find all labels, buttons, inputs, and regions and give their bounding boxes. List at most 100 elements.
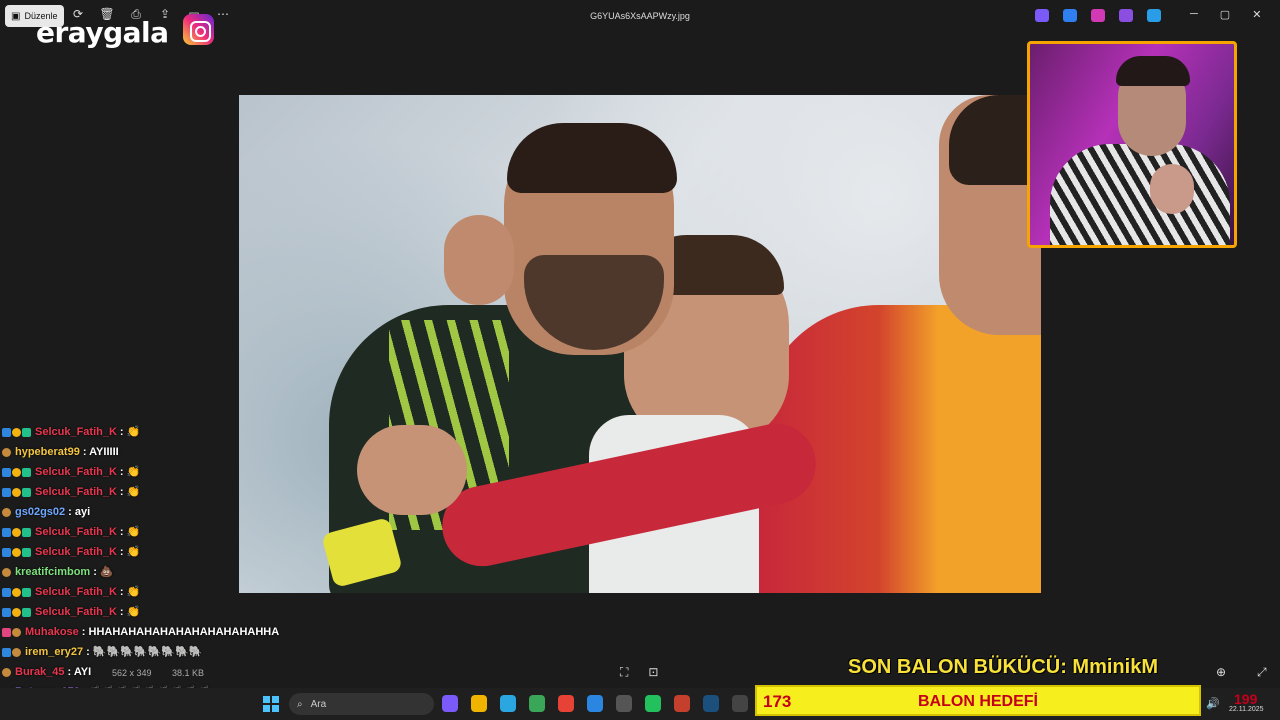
copilot-app-icon[interactable] — [442, 695, 458, 712]
blue-badge-icon — [2, 547, 11, 557]
telegram-icon[interactable] — [500, 695, 516, 712]
chat-text: : — [119, 486, 124, 498]
copilot-icon[interactable] — [1035, 9, 1049, 22]
chrome-icon[interactable] — [558, 695, 574, 712]
green-badge-icon — [22, 527, 31, 537]
green-badge-icon — [22, 487, 31, 497]
gold-badge-icon — [12, 467, 21, 477]
chat-username[interactable]: irem_ery27 — [25, 642, 83, 662]
chat-username[interactable]: hypeberat99 — [15, 442, 80, 462]
file-explorer-icon[interactable] — [471, 695, 487, 712]
chat-emote: 👏 — [126, 546, 141, 558]
bronze-badge-icon — [2, 567, 11, 577]
app-icon[interactable] — [529, 695, 545, 712]
chat-message: Muhakose: HHAHAHAHAHAHAHAHAHAHAHHA — [2, 622, 332, 642]
chat-username[interactable]: kreatifcimbom — [15, 562, 90, 582]
zoom-in-icon[interactable]: ⊕ — [1216, 665, 1226, 679]
chat-emote: 🐘🐘🐘🐘🐘🐘🐘🐘 — [92, 646, 203, 658]
chat-text: : — [119, 466, 124, 478]
chat-username[interactable]: Selcuk_Fatih_K — [35, 602, 117, 622]
designer-icon[interactable] — [1063, 9, 1077, 22]
file-size: 38.1 KB — [172, 668, 205, 678]
pink-badge-icon — [2, 627, 11, 637]
gold-badge-icon — [12, 487, 21, 497]
blue-badge-icon — [2, 587, 11, 597]
chat-emote: 👏 — [126, 606, 141, 618]
edge-icon[interactable] — [587, 695, 603, 712]
balloon-goal-bar: 173 BALON HEDEFİ — [755, 685, 1201, 716]
chat-text: : — [119, 426, 124, 438]
taskbar-date: 22.11.2025 — [1229, 706, 1264, 713]
chat-text: : — [119, 586, 124, 598]
whatsapp-icon[interactable] — [645, 695, 661, 712]
webcam-overlay — [1027, 41, 1237, 248]
chatgpt-icon[interactable] — [732, 695, 748, 712]
chat-message: Selcuk_Fatih_K: 👏 — [2, 522, 332, 542]
chat-message: Selcuk_Fatih_K: 👏 — [2, 462, 332, 482]
green-badge-icon — [22, 427, 31, 437]
window-controls: ─ ▢ ✕ — [1190, 8, 1261, 21]
maximize-icon[interactable]: ▢ — [1220, 8, 1230, 21]
chat-emote: 💩 — [99, 566, 114, 578]
chat-text: : ayi — [68, 506, 91, 518]
streamer-brand: eraygala — [36, 16, 169, 49]
chat-username[interactable]: Muhakose — [25, 622, 79, 642]
fullscreen-icon[interactable]: ⤢ — [1257, 665, 1267, 680]
steam-icon[interactable] — [703, 695, 719, 712]
close-icon[interactable]: ✕ — [1252, 8, 1261, 21]
fit-icon[interactable]: ⛶ — [620, 665, 628, 680]
search-icon: ⌕ — [297, 698, 303, 710]
goal-target: 199 — [1234, 691, 1258, 707]
green-badge-icon — [22, 467, 31, 477]
chat-message: irem_ery27: 🐘🐘🐘🐘🐘🐘🐘🐘 — [2, 642, 332, 662]
minimize-icon[interactable]: ─ — [1190, 8, 1198, 21]
chat-text: : AYIIIII — [82, 446, 119, 458]
taskbar-apps — [442, 695, 748, 712]
taskbar-search[interactable]: ⌕ Ara — [289, 693, 434, 715]
obs-icon[interactable] — [674, 695, 690, 712]
bronze-badge-icon — [2, 507, 11, 517]
chat-message: kreatifcimbom: 💩 — [2, 562, 332, 582]
onedrive-icon[interactable] — [1147, 9, 1161, 22]
volume-icon[interactable]: 🔊 — [1206, 697, 1220, 710]
chat-text: : — [119, 526, 124, 538]
image-dimensions: 562 x 349 — [112, 668, 152, 678]
chat-username[interactable]: Selcuk_Fatih_K — [35, 462, 117, 482]
chat-emote: 👏 — [126, 586, 141, 598]
chat-username[interactable]: Selcuk_Fatih_K — [35, 542, 117, 562]
chat-text: : HHAHAHAHAHAHAHAHAHAHAHHA — [81, 626, 280, 638]
clipchamp-icon[interactable] — [1091, 9, 1105, 22]
blue-badge-icon — [2, 487, 11, 497]
app-icon-2[interactable] — [616, 695, 632, 712]
green-badge-icon — [22, 547, 31, 557]
chat-username[interactable]: Selcuk_Fatih_K — [35, 582, 117, 602]
search-placeholder: Ara — [310, 698, 327, 710]
blue-badge-icon — [2, 467, 11, 477]
blue-badge-icon — [2, 427, 11, 437]
last-balloon-banner: SON BALON BÜKÜCÜ: MminikM — [848, 656, 1158, 678]
chat-text: : — [119, 546, 124, 558]
chat-message: Selcuk_Fatih_K: 👏 — [2, 482, 332, 502]
gold-badge-icon — [12, 587, 21, 597]
chat-text: : — [86, 646, 90, 658]
viewer-center-controls: ⛶ ⊡ — [620, 665, 658, 680]
actual-size-icon[interactable]: ⊡ — [648, 665, 658, 680]
bronze-badge-icon — [12, 647, 21, 657]
start-icon[interactable] — [263, 696, 279, 712]
chat-emote: 👏 — [126, 526, 141, 538]
chat-message: gs02gs02: ayi — [2, 502, 332, 522]
blue-badge-icon — [2, 527, 11, 537]
create-icon[interactable] — [1119, 9, 1133, 22]
chat-text: : — [93, 566, 97, 578]
goal-label: BALON HEDEFİ — [918, 693, 1038, 710]
displayed-photo — [239, 95, 1041, 593]
chat-username[interactable]: Selcuk_Fatih_K — [35, 422, 117, 442]
chat-username[interactable]: gs02gs02 — [15, 502, 65, 522]
chat-username[interactable]: Selcuk_Fatih_K — [35, 482, 117, 502]
chat-message: Selcuk_Fatih_K: 👏 — [2, 542, 332, 562]
chat-username[interactable]: Selcuk_Fatih_K — [35, 522, 117, 542]
screen: ▣ Düzenle ⟳ 🗑 ⎙ ⇪ ▭ ⋯ G6YUAs6XsAAPWzy.jp… — [0, 0, 1280, 720]
chat-message: hypeberat99: AYIIIII — [2, 442, 332, 462]
chat-emote: 👏 — [126, 486, 141, 498]
bronze-badge-icon — [12, 627, 21, 637]
